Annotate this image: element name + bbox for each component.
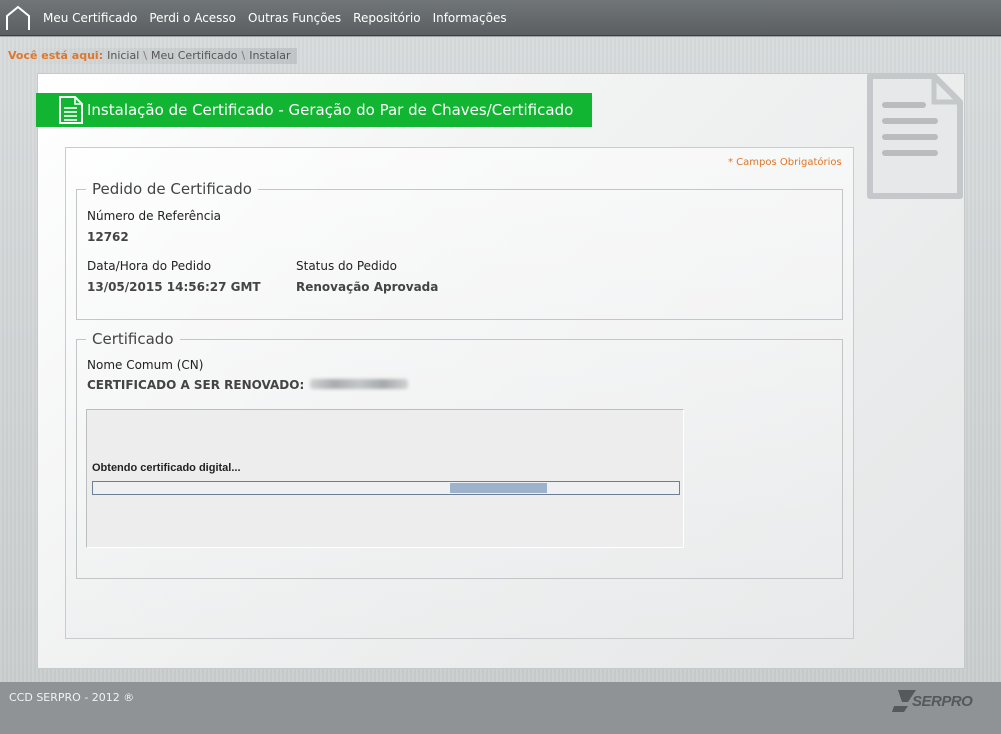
- breadcrumb-meu-certificado[interactable]: Meu Certificado: [151, 48, 238, 64]
- breadcrumb-instalar: Instalar: [249, 49, 291, 62]
- progress-status-text: Obtendo certificado digital...: [92, 462, 241, 474]
- breadcrumb-separator: \: [143, 49, 148, 62]
- pedido-legend: Pedido de Certificado: [92, 180, 252, 198]
- top-nav: Meu Certificado Perdi o Acesso Outras Fu…: [0, 0, 1001, 36]
- breadcrumb-separator: \: [241, 49, 246, 62]
- nav-item-informacoes[interactable]: Informações: [427, 0, 513, 36]
- nav-menu: Meu Certificado Perdi o Acesso Outras Fu…: [37, 0, 513, 36]
- certificate-doc-icon: [58, 95, 84, 125]
- required-fields-note: * Campos Obrigatórios: [728, 157, 842, 168]
- nav-item-repositorio[interactable]: Repositório: [347, 0, 426, 36]
- common-name-value: CERTIFICADO A SER RENOVADO:: [87, 378, 305, 392]
- progress-bar: [92, 481, 680, 495]
- breadcrumb-inicial[interactable]: Inicial: [107, 48, 139, 64]
- redacted-name: [310, 379, 408, 389]
- nav-item-outras-funcoes[interactable]: Outras Funções: [242, 0, 347, 36]
- serpro-logo-text: SERPRO: [912, 693, 973, 710]
- breadcrumb: Você está aqui: Inicial \ Meu Certificad…: [8, 48, 297, 64]
- nav-item-perdi-acesso[interactable]: Perdi o Acesso: [143, 0, 242, 36]
- breadcrumb-label: Você está aqui:: [8, 49, 104, 62]
- request-date-label: Data/Hora do Pedido: [87, 259, 212, 273]
- pedido-fieldset: Pedido de Certificado: [76, 180, 843, 320]
- request-status-label: Status do Pedido: [296, 259, 397, 273]
- applet-area: [86, 409, 684, 548]
- document-icon: [862, 72, 964, 200]
- request-status-value: Renovação Aprovada: [296, 280, 439, 294]
- footer-copyright: CCD SERPRO - 2012 ®: [9, 691, 135, 704]
- common-name-label: Nome Comum (CN): [87, 358, 204, 372]
- nav-item-meu-certificado[interactable]: Meu Certificado: [37, 0, 143, 36]
- page-title: Instalação de Certificado - Geração do P…: [36, 93, 592, 127]
- reference-number-label: Número de Referência: [87, 209, 222, 223]
- request-date-value: 13/05/2015 14:56:27 GMT: [87, 280, 261, 294]
- footer: [0, 682, 1001, 734]
- progress-bar-fill: [450, 483, 547, 493]
- reference-number-value: 12762: [87, 230, 129, 244]
- home-icon[interactable]: [4, 3, 32, 33]
- certificado-legend: Certificado: [92, 330, 174, 348]
